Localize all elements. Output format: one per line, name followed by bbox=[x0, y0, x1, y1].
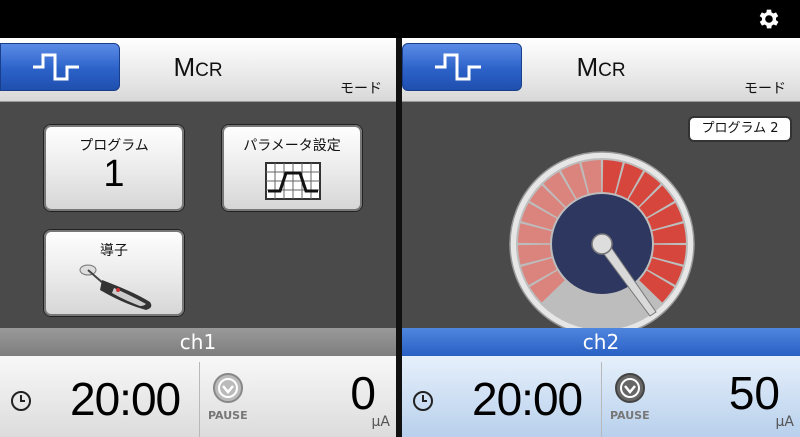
channel-label: ch1 bbox=[0, 328, 396, 356]
mode-title: MCR bbox=[173, 52, 223, 82]
parameter-settings-button[interactable]: パラメータ設定 bbox=[221, 124, 363, 212]
pause-icon[interactable] bbox=[212, 372, 244, 404]
mode-header: MCR モード bbox=[0, 38, 396, 102]
gear-icon[interactable] bbox=[756, 6, 782, 32]
program-label: プログラム bbox=[79, 138, 149, 154]
parameter-settings-label: パラメータ設定 bbox=[243, 138, 341, 154]
mode-subtitle: モード bbox=[340, 81, 382, 97]
program-value: 1 bbox=[103, 153, 125, 195]
timer-value: 20:00 bbox=[70, 373, 181, 425]
probe-icon bbox=[79, 264, 152, 310]
status-bar: 20:00 PAUSE 0 μA bbox=[0, 356, 396, 437]
pause-label: PAUSE bbox=[610, 409, 650, 422]
current-value: 50 bbox=[728, 367, 780, 419]
mode-title: MCR bbox=[576, 52, 626, 82]
mode-header: MCR モード bbox=[402, 38, 800, 102]
timer-value: 20:00 bbox=[472, 373, 583, 425]
current-value: 0 bbox=[350, 367, 376, 419]
channel-1-panel: MCR モード プログラム 1 パラメータ設定 導子 ch1 20:00 PAU… bbox=[0, 38, 396, 437]
probe-button[interactable]: 導子 bbox=[43, 229, 185, 317]
pause-label: PAUSE bbox=[208, 409, 248, 422]
program-badge: プログラム 2 bbox=[688, 116, 792, 142]
clock-icon bbox=[413, 391, 433, 411]
pause-icon[interactable] bbox=[614, 372, 646, 404]
timer-cell: 20:00 bbox=[0, 362, 200, 437]
channel-2-panel: MCR モード プログラム 2 ch2 20:00 PAUSE 50 μA bbox=[402, 38, 800, 437]
clock-icon bbox=[11, 391, 31, 411]
top-bar bbox=[0, 0, 800, 38]
channel-label: ch2 bbox=[402, 328, 800, 356]
probe-label: 導子 bbox=[100, 243, 128, 259]
program-button[interactable]: プログラム 1 bbox=[43, 124, 185, 212]
status-bar: 20:00 PAUSE 50 μA bbox=[402, 356, 800, 437]
current-unit: μA bbox=[371, 414, 390, 430]
mode-subtitle: モード bbox=[744, 81, 786, 97]
output-gauge bbox=[509, 151, 695, 330]
current-unit: μA bbox=[775, 414, 794, 430]
timer-cell: 20:00 bbox=[402, 362, 602, 437]
parameter-table-icon bbox=[265, 162, 321, 200]
